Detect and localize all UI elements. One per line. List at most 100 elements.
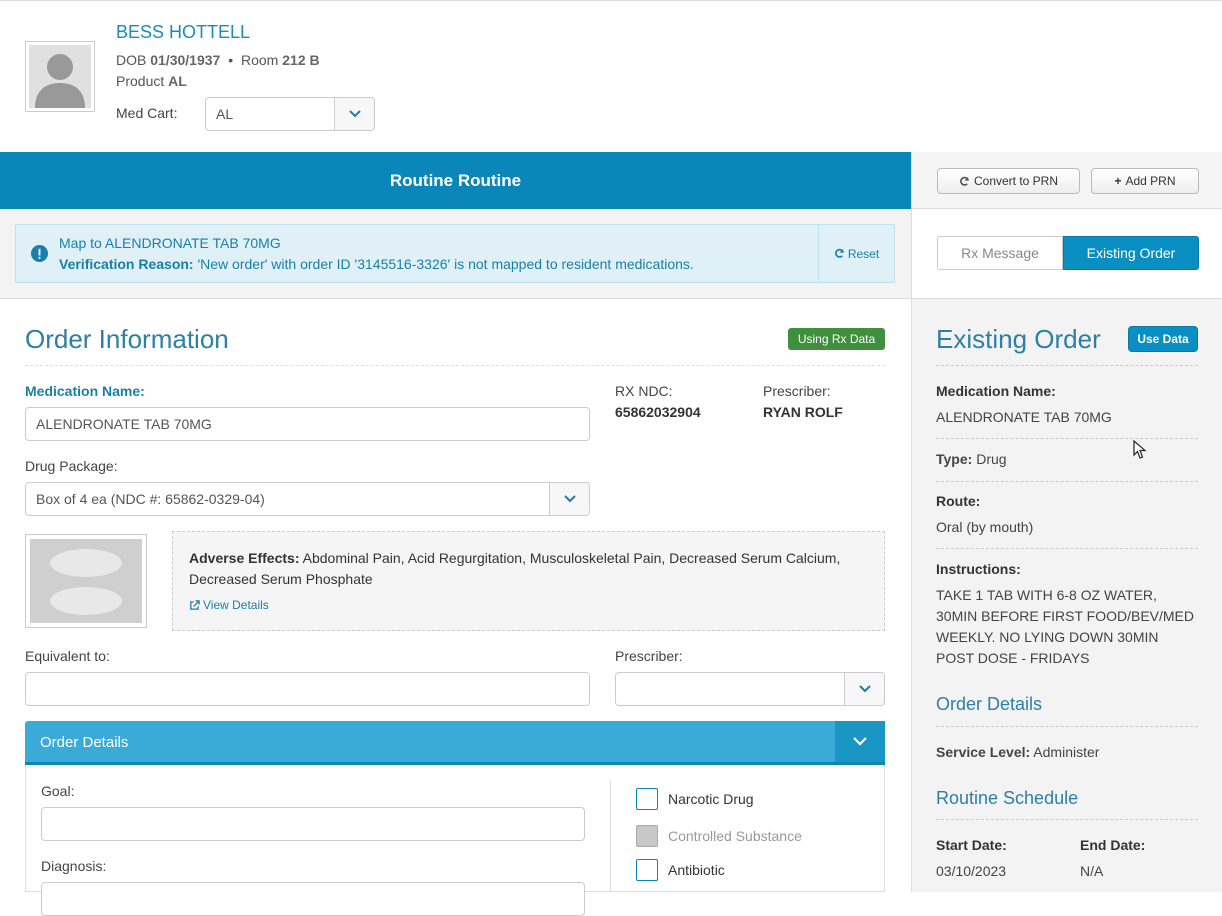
service-level-label: Service Level: — [936, 744, 1031, 760]
mouse-cursor-icon — [1133, 440, 1147, 459]
medication-name-value: ALENDRONATE TAB 70MG — [36, 416, 212, 432]
end-date-value: N/A — [1080, 863, 1104, 879]
existing-order-details-title: Order Details — [936, 694, 1043, 714]
refresh-icon — [960, 176, 969, 186]
pill-image — [25, 534, 147, 628]
existing-instructions-line: POST DOSE - FRIDAYS — [936, 650, 1090, 666]
external-link-icon — [190, 599, 200, 610]
reset-label: Reset — [847, 246, 880, 261]
convert-to-prn-button[interactable]: Convert to PRN — [937, 168, 1080, 194]
page-title: Routine Routine — [389, 170, 522, 190]
existing-instructions-line: TAKE 1 TAB WITH 6-8 OZ WATER, — [936, 587, 1157, 603]
person-icon — [35, 54, 85, 108]
resident-dob-room: DOB 01/30/1937 • Room 212 B — [116, 52, 320, 68]
prescriber-label: Prescriber: — [763, 383, 831, 399]
chevron-down-icon — [334, 98, 374, 130]
use-data-button[interactable]: Use Data — [1128, 326, 1198, 352]
med-cart-select[interactable]: AL — [205, 97, 375, 131]
divider — [936, 481, 1198, 482]
divider — [936, 726, 1198, 727]
medication-name-label: Medication Name: — [25, 383, 145, 399]
existing-type-value: Drug — [976, 451, 1007, 467]
adverse-effects-box: Adverse Effects: Abdominal Pain, Acid Re… — [172, 531, 885, 631]
exclamation-circle-icon — [31, 245, 48, 262]
existing-instructions-line: WEEKLY. NO LYING DOWN 30MIN — [936, 629, 1159, 645]
divider — [936, 438, 1198, 439]
chevron-down-icon — [844, 673, 884, 705]
alert-reason-label: Verification Reason: — [59, 256, 194, 272]
existing-type: Type: Drug — [936, 451, 1007, 467]
add-prn-button[interactable]: + Add PRN — [1091, 168, 1199, 194]
add-prn-label: Add PRN — [1125, 174, 1176, 188]
existing-route-value: Oral (by mouth) — [936, 519, 1034, 535]
existing-type-label: Type: — [936, 451, 973, 467]
equivalent-to-input[interactable] — [25, 672, 590, 706]
prescriber-select[interactable] — [615, 672, 885, 706]
drug-package-value: Box of 4 ea (NDC #: 65862-0329-04) — [36, 491, 265, 507]
drug-package-select[interactable]: Box of 4 ea (NDC #: 65862-0329-04) — [25, 482, 590, 516]
page-title-bar: Routine Routine — [0, 152, 911, 209]
product-value: AL — [168, 73, 187, 89]
separator-dot: • — [228, 52, 234, 68]
actions-bar: Convert to PRN + Add PRN — [911, 152, 1222, 209]
divider — [936, 819, 1198, 820]
existing-medication-value: ALENDRONATE TAB 70MG — [936, 409, 1112, 425]
service-level-value: Administer — [1033, 744, 1100, 760]
chevron-down-icon[interactable] — [835, 721, 885, 762]
tab-rx-message[interactable]: Rx Message — [937, 236, 1063, 270]
controlled-substance-label: Controlled Substance — [668, 828, 802, 844]
alert-reason-text: 'New order' with order ID '3145516-3326'… — [197, 256, 694, 272]
pill-photo — [30, 539, 142, 623]
alert-map-text: Map to ALENDRONATE TAB 70MG — [59, 235, 281, 251]
view-details-link[interactable]: View Details — [189, 598, 269, 612]
order-information-title: Order Information — [25, 324, 229, 354]
room-label: Room — [241, 52, 279, 68]
room-value: 212 B — [282, 52, 320, 68]
diagnosis-label: Diagnosis: — [41, 858, 107, 874]
rx-ndc-label: RX NDC: — [615, 383, 673, 399]
divider — [25, 365, 885, 366]
resident-product: Product AL — [116, 73, 187, 89]
adverse-effects: Adverse Effects: Abdominal Pain, Acid Re… — [189, 548, 869, 590]
order-details-panel-title: Order Details — [40, 734, 129, 751]
top-border — [0, 0, 1222, 1]
goal-label: Goal: — [41, 783, 75, 799]
existing-order-title: Existing Order — [936, 324, 1101, 354]
antibiotic-checkbox[interactable] — [636, 859, 658, 881]
existing-service-level: Service Level: Administer — [936, 744, 1099, 760]
prescriber-value: RYAN ROLF — [763, 404, 843, 420]
dob-value: 01/30/1937 — [150, 52, 221, 68]
order-details-panel-header[interactable]: Order Details — [25, 721, 885, 765]
divider — [936, 548, 1198, 549]
adverse-effects-label: Adverse Effects: — [189, 550, 300, 566]
start-date-value: 03/10/2023 — [936, 863, 1007, 879]
refresh-icon — [834, 248, 844, 258]
plus-icon: + — [1114, 174, 1122, 188]
start-date-label: Start Date: — [936, 837, 1007, 853]
controlled-substance-checkbox — [636, 825, 658, 847]
antibiotic-label: Antibiotic — [668, 862, 725, 878]
existing-medication-label: Medication Name: — [936, 383, 1056, 399]
drug-package-label: Drug Package: — [25, 458, 118, 474]
verification-alert: Map to ALENDRONATE TAB 70MG Verification… — [15, 224, 895, 283]
end-date-label: End Date: — [1080, 837, 1146, 853]
tab-existing-order[interactable]: Existing Order — [1063, 236, 1199, 270]
existing-instructions-line: 30MIN BEFORE FIRST FOOD/BEV/MED — [936, 608, 1195, 624]
medication-name-input[interactable]: ALENDRONATE TAB 70MG — [25, 407, 590, 441]
reset-button[interactable]: Reset — [818, 225, 894, 282]
verification-band: Map to ALENDRONATE TAB 70MG Verification… — [0, 209, 911, 299]
narcotic-drug-label: Narcotic Drug — [668, 791, 754, 807]
dob-label: DOB — [116, 52, 147, 68]
alert-reason: Verification Reason: 'New order' with or… — [59, 256, 694, 272]
diagnosis-input[interactable] — [41, 882, 585, 916]
goal-input[interactable] — [41, 807, 585, 841]
divider — [610, 780, 611, 892]
routine-schedule-title: Routine Schedule — [936, 788, 1079, 808]
using-rx-data-badge: Using Rx Data — [788, 328, 885, 350]
resident-name[interactable]: BESS HOTTELL — [116, 22, 250, 43]
narcotic-drug-checkbox[interactable] — [636, 788, 658, 810]
product-label: Product — [116, 73, 165, 89]
rx-ndc-value: 65862032904 — [615, 404, 701, 420]
view-details-label: View Details — [203, 598, 269, 612]
med-cart-label: Med Cart: — [116, 105, 178, 121]
